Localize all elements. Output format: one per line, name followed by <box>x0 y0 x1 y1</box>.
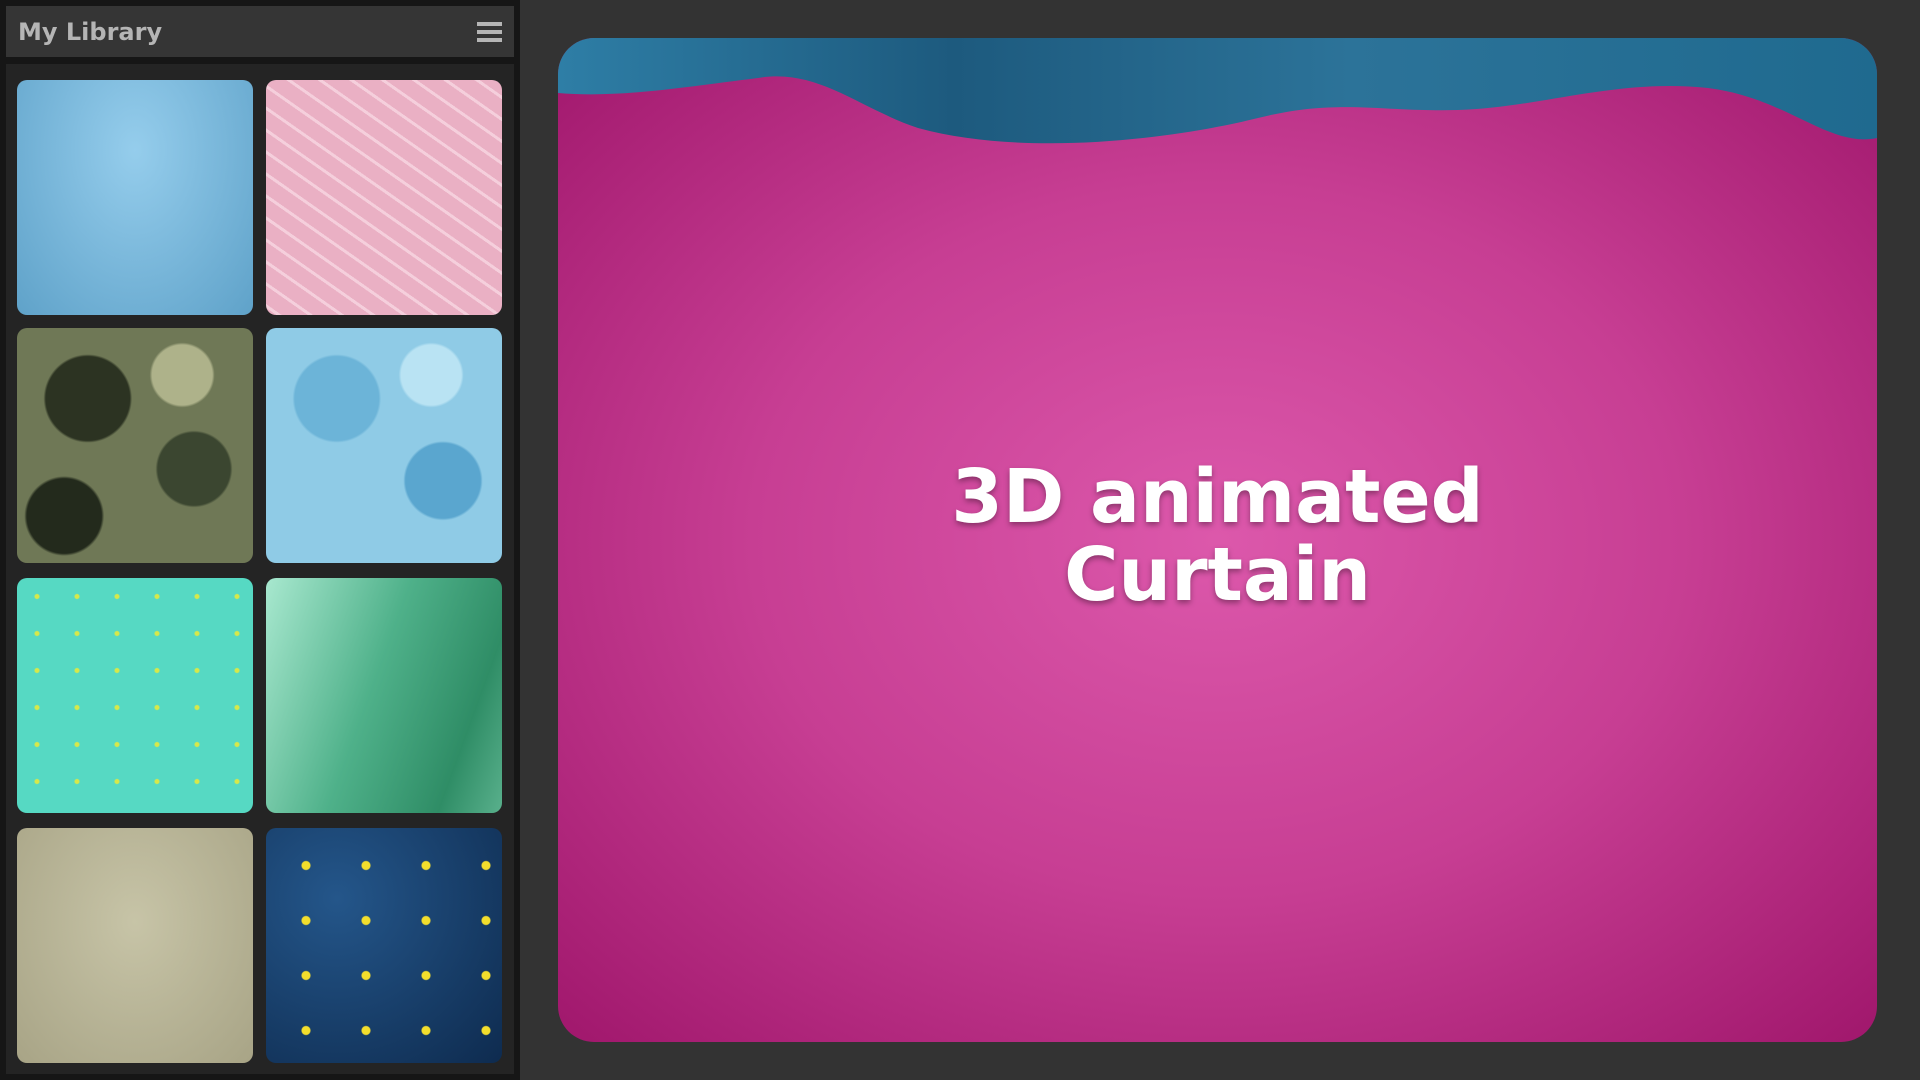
thumbnail-grid <box>6 64 514 1074</box>
curtain-drape <box>558 38 1877 144</box>
thumbnail-turquoise-confetti[interactable] <box>17 578 253 813</box>
thumbnail-green-camo[interactable] <box>17 328 253 563</box>
thumbnail-blue-gradient[interactable] <box>17 80 253 315</box>
library-header: My Library <box>6 6 514 57</box>
thumbnail-pink-squiggle[interactable] <box>266 80 502 315</box>
preview-title-line2: Curtain <box>1064 532 1371 618</box>
thumbnail-beige-linen[interactable] <box>17 828 253 1063</box>
thumbnail-green-silk[interactable] <box>266 578 502 813</box>
library-title: My Library <box>18 17 163 46</box>
preview-title: 3D animated Curtain <box>558 458 1877 614</box>
thumbnail-blue-camo[interactable] <box>266 328 502 563</box>
preview-title-line1: 3D animated <box>951 454 1484 540</box>
thumbnail-navy-stars[interactable] <box>266 828 502 1063</box>
library-sidebar: My Library <box>0 0 520 1080</box>
curtain-preview[interactable]: 3D animated Curtain <box>558 38 1877 1042</box>
hamburger-icon[interactable] <box>477 21 502 42</box>
